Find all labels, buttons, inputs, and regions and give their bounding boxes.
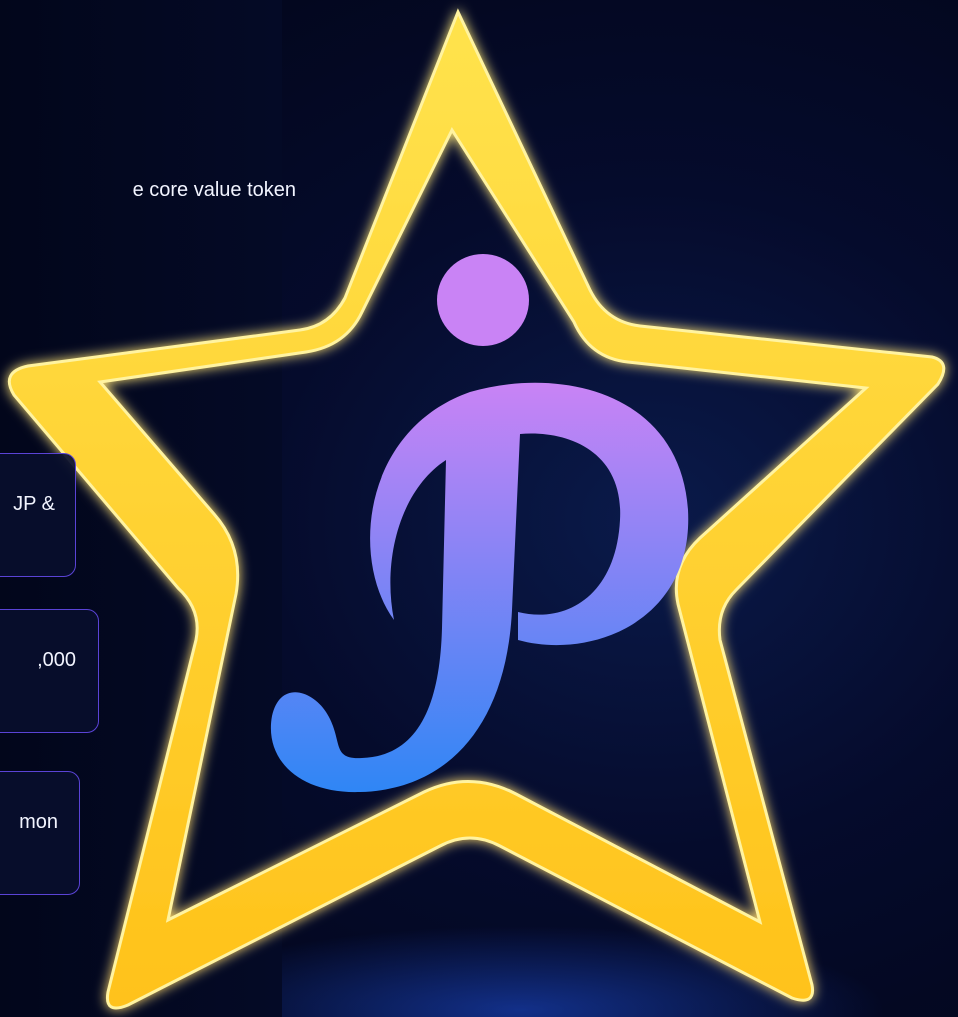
feature-card: ,000 bbox=[0, 609, 99, 733]
feature-card-text: ,000 bbox=[37, 649, 76, 671]
star-logo-icon bbox=[7, 8, 946, 1010]
feature-card: JP & bbox=[0, 453, 76, 577]
p-letter-shape bbox=[270, 382, 689, 793]
feature-card-text: mon bbox=[19, 811, 58, 833]
feature-card: mon bbox=[0, 771, 80, 895]
feature-card-text: JP & bbox=[13, 493, 55, 515]
p-dot-shape bbox=[437, 254, 529, 346]
